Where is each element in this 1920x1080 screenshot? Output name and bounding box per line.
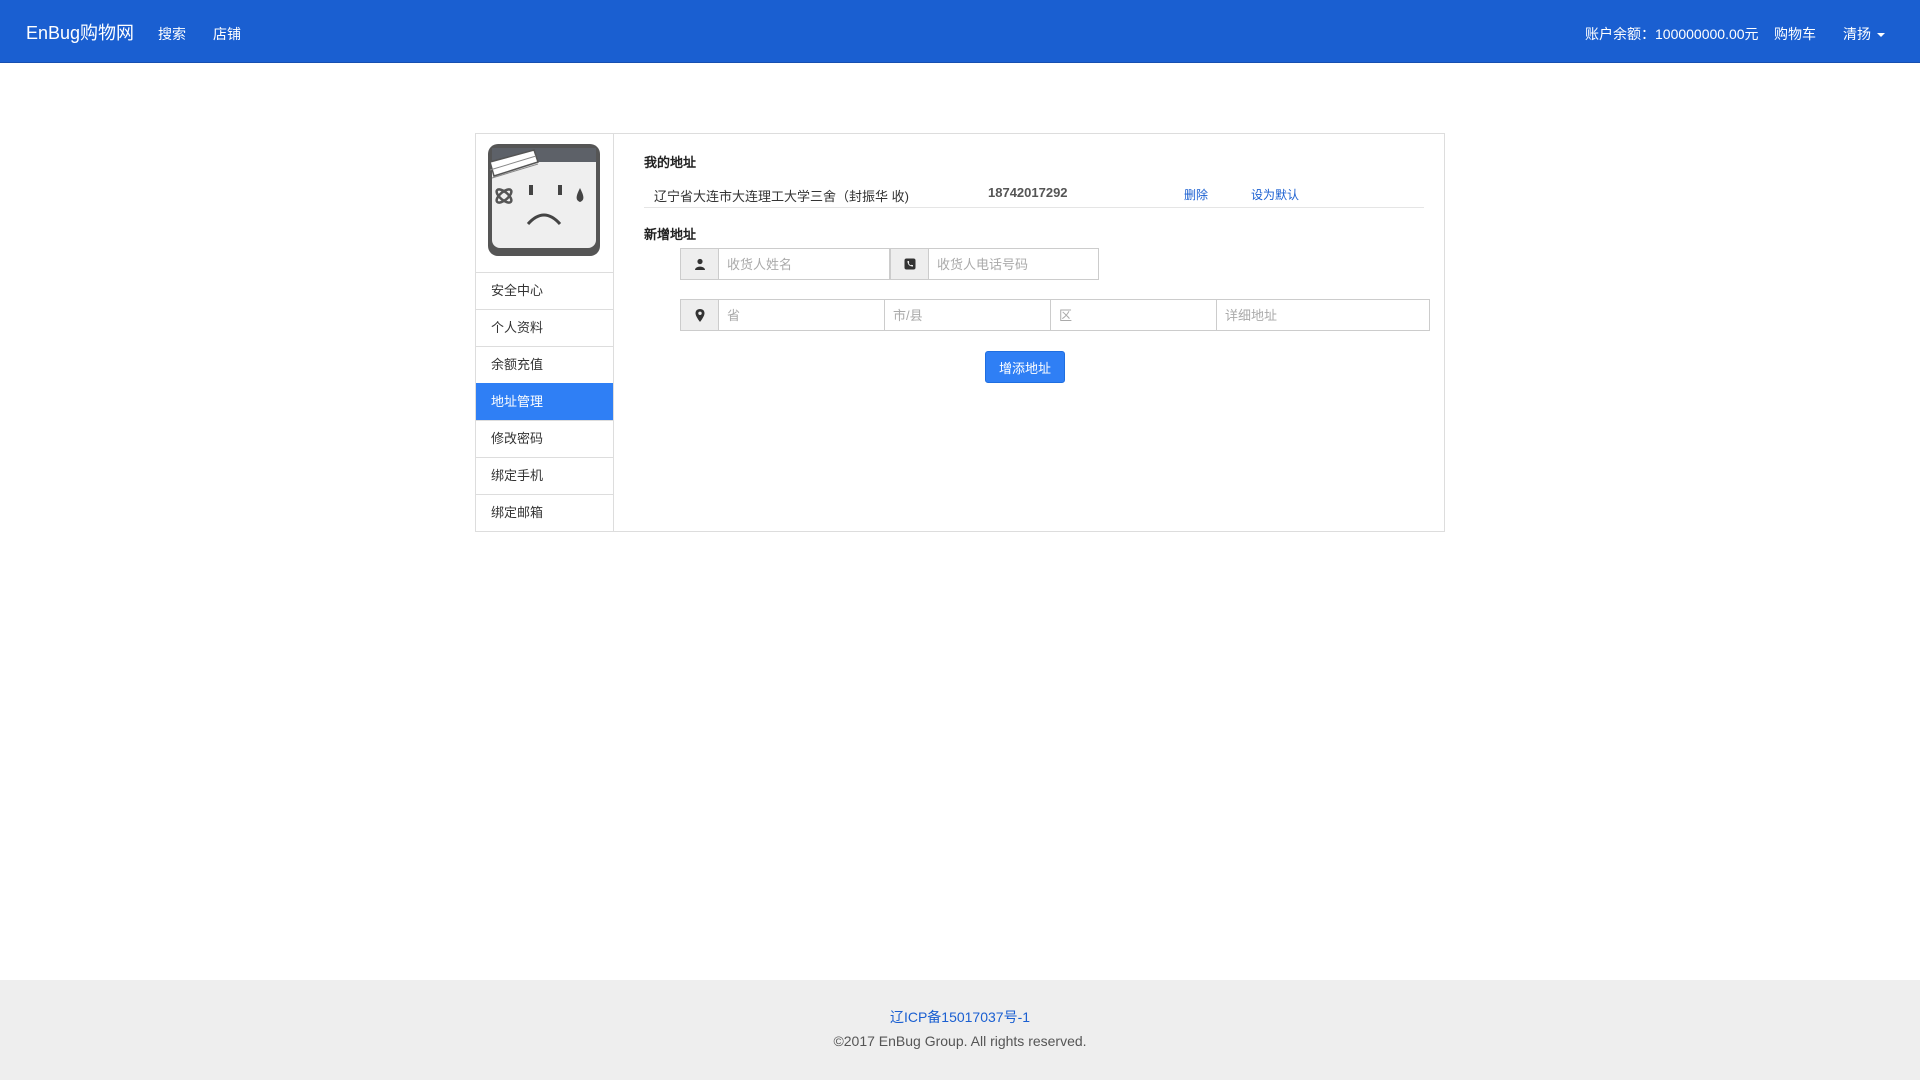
sidebar-menu: 安全中心 个人资料 余额充值 地址管理 修改密码 绑定手机 绑定邮箱 bbox=[476, 272, 613, 531]
address-content: 我的地址 辽宁省大连市大连理工大学三舍（封振华 收) 18742017292 删… bbox=[614, 134, 1444, 531]
sidebar-item-security[interactable]: 安全中心 bbox=[476, 272, 613, 309]
new-address-title: 新增地址 bbox=[644, 227, 697, 242]
address-phone: 18742017292 bbox=[988, 185, 1068, 200]
top-navbar: EnBug购物网 搜索 店铺 账户余额：100000000.00元 购物车 清扬 bbox=[0, 0, 1920, 63]
brand-logo[interactable]: EnBug购物网 bbox=[26, 19, 134, 45]
my-address-title: 我的地址 bbox=[644, 155, 697, 170]
icp-link[interactable]: 辽ICP备15017037号-1 bbox=[0, 1007, 1920, 1027]
nav-search-link[interactable]: 搜索 bbox=[158, 24, 186, 44]
city-input[interactable] bbox=[885, 299, 1051, 331]
sidebar-item-phone[interactable]: 绑定手机 bbox=[476, 457, 613, 494]
page-footer: 辽ICP备15017037号-1 ©2017 EnBug Group. All … bbox=[0, 980, 1920, 1080]
delete-address-link[interactable]: 删除 bbox=[1184, 186, 1208, 203]
avatar bbox=[488, 144, 600, 256]
district-input[interactable] bbox=[1051, 299, 1217, 331]
address-row: 辽宁省大连市大连理工大学三舍（封振华 收) 18742017292 删除 设为默… bbox=[644, 178, 1424, 208]
address-text: 辽宁省大连市大连理工大学三舍（封振华 收) bbox=[654, 189, 909, 204]
region-input-group bbox=[680, 299, 1430, 331]
account-panel: 安全中心 个人资料 余额充值 地址管理 修改密码 绑定手机 绑定邮箱 我的地址 … bbox=[475, 133, 1445, 532]
account-balance: 账户余额：100000000.00元 bbox=[1585, 26, 1759, 42]
receiver-name-input[interactable] bbox=[719, 248, 890, 280]
nav-shop-link[interactable]: 店铺 bbox=[213, 24, 241, 44]
account-sidebar: 安全中心 个人资料 余额充值 地址管理 修改密码 绑定手机 绑定邮箱 bbox=[476, 134, 614, 531]
sidebar-item-address[interactable]: 地址管理 bbox=[476, 383, 613, 420]
user-menu-dropdown[interactable]: 清扬 bbox=[1843, 24, 1885, 44]
set-default-link[interactable]: 设为默认 bbox=[1251, 186, 1299, 203]
detail-address-input[interactable] bbox=[1217, 299, 1430, 331]
cart-link[interactable]: 购物车 bbox=[1774, 24, 1816, 44]
name-input-group bbox=[680, 248, 1099, 280]
chevron-down-icon bbox=[1877, 33, 1885, 38]
province-input[interactable] bbox=[719, 299, 885, 331]
sidebar-item-recharge[interactable]: 余额充值 bbox=[476, 346, 613, 383]
user-icon bbox=[680, 248, 719, 280]
sidebar-item-profile[interactable]: 个人资料 bbox=[476, 309, 613, 346]
add-address-button[interactable]: 增添地址 bbox=[985, 351, 1065, 383]
map-marker-icon bbox=[680, 299, 719, 331]
receiver-phone-input[interactable] bbox=[929, 248, 1099, 280]
copyright-text: ©2017 EnBug Group. All rights reserved. bbox=[833, 1033, 1087, 1049]
user-name: 清扬 bbox=[1843, 26, 1871, 42]
phone-icon bbox=[890, 248, 929, 280]
sidebar-item-password[interactable]: 修改密码 bbox=[476, 420, 613, 457]
sidebar-item-email[interactable]: 绑定邮箱 bbox=[476, 494, 613, 531]
